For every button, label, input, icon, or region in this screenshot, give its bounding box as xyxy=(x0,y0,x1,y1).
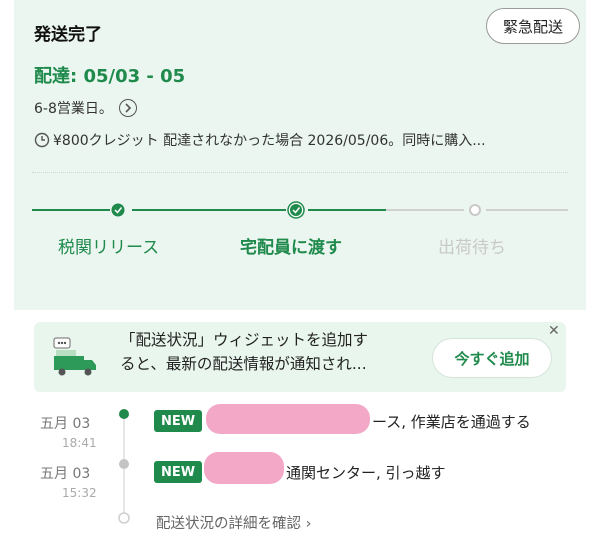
event-1-time: 18:41 xyxy=(62,436,97,450)
timeline-track xyxy=(118,409,130,524)
delivery-truck-icon xyxy=(53,337,96,376)
close-icon[interactable]: ✕ xyxy=(548,323,560,339)
delivery-date: 配達: 05/03 - 05 xyxy=(34,66,186,87)
progress-track xyxy=(32,201,568,219)
clock-icon xyxy=(34,132,50,148)
widget-banner-text: 「配送状況」ウィジェットを追加す ると、最新の配送情報が通知され... xyxy=(120,328,424,376)
credit-note-text: ¥800クレジット 配達されなかった場合 2026/05/06。同時に購入... xyxy=(53,133,486,149)
redaction-mark xyxy=(206,404,370,434)
event-2-time: 15:32 xyxy=(62,486,97,500)
timeline-dot-end xyxy=(118,512,130,524)
step-label-courier: 宅配員に渡す xyxy=(240,238,342,258)
event-2-date: 五月 03 xyxy=(40,466,91,482)
event-2-new-badge: NEW xyxy=(154,461,203,483)
timeline-dot-active xyxy=(119,409,129,419)
divider xyxy=(32,172,568,173)
step-3-pending-icon xyxy=(469,204,481,216)
banner-line-2: ると、最新の配送情報が通知され... xyxy=(120,355,367,373)
event-1-date: 五月 03 xyxy=(40,416,91,432)
step-2-check-icon xyxy=(287,201,305,219)
step-1-check-icon xyxy=(111,203,125,217)
tracking-details-link[interactable]: 配送状況の詳細を確認 › xyxy=(156,512,311,533)
step-label-customs: 税関リリース xyxy=(58,238,160,258)
add-widget-button[interactable]: 今すぐ追加 xyxy=(432,338,552,378)
chevron-right-icon[interactable] xyxy=(118,99,137,117)
step-label-waiting: 出荷待ち xyxy=(438,238,506,258)
urgent-delivery-button[interactable]: 緊急配送 xyxy=(486,8,580,44)
event-1-text: ース, 作業店を通過する xyxy=(372,413,531,431)
timeline-dot xyxy=(119,459,129,469)
redaction-mark xyxy=(204,452,284,484)
banner-line-1: 「配送状況」ウィジェットを追加す xyxy=(120,331,369,349)
status-title: 発送完了 xyxy=(34,25,102,45)
business-days-row[interactable]: 6-8営業日。 xyxy=(34,98,137,118)
event-2-text: 通関センター, 引っ越す xyxy=(286,464,446,482)
event-1-new-badge: NEW xyxy=(154,410,203,432)
business-days-text: 6-8営業日。 xyxy=(34,101,113,117)
credit-note-row: ¥800クレジット 配達されなかった場合 2026/05/06。同時に購入... xyxy=(34,130,486,150)
shipment-status-panel xyxy=(14,0,586,310)
